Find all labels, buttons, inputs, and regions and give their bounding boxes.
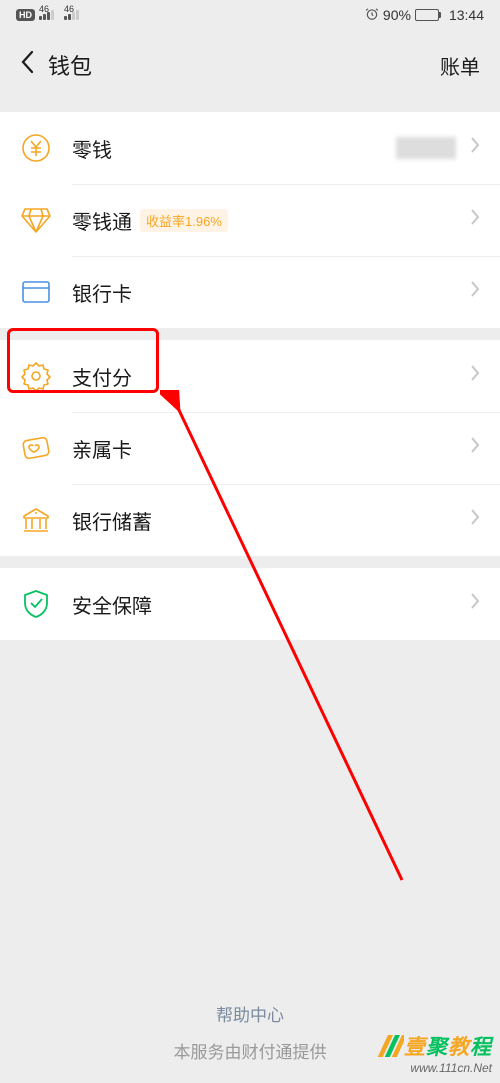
item-label: 零钱通 [72,206,132,235]
chevron-right-icon [470,208,480,232]
watermark-url: www.111cn.Net [376,1061,492,1075]
item-security[interactable]: 安全保障 [0,568,500,640]
item-bank-cards[interactable]: 银行卡 [0,256,500,328]
item-change-plus[interactable]: 零钱通 收益率1.96% [0,184,500,256]
provider-text: 本服务由财付通提供 [174,1043,327,1062]
item-label: 亲属卡 [72,434,462,463]
watermark: 壹聚教程 www.111cn.Net [376,1031,492,1075]
signal-2: 46 [64,10,79,20]
item-label: 安全保障 [72,590,462,619]
page-title: 钱包 [48,49,92,81]
chevron-right-icon [470,136,480,160]
section-security: 安全保障 [0,568,500,640]
chevron-right-icon [470,280,480,304]
change-amount-blurred [396,137,456,159]
hd-badge: HD [16,9,35,21]
alarm-icon [365,7,379,24]
item-bank-savings[interactable]: 银行储蓄 [0,484,500,556]
chevron-right-icon [470,592,480,616]
help-center-link[interactable]: 帮助中心 [0,1001,500,1026]
back-button[interactable] [20,49,36,82]
heart-card-icon [20,432,52,464]
chevron-right-icon [470,508,480,532]
diamond-icon [20,204,52,236]
time: 13:44 [449,7,484,23]
status-left: HD 46 46 [16,9,79,21]
nav-bar: 钱包 账单 [0,30,500,100]
status-right: 90% 13:44 [365,7,484,24]
badge-gear-icon [20,360,52,392]
chevron-right-icon [470,364,480,388]
bills-button[interactable]: 账单 [440,51,480,80]
bank-icon [20,504,52,536]
section-wallet: 零钱 零钱通 收益率1.96% 银行卡 [0,112,500,328]
battery-icon [415,9,441,21]
battery-percent: 90% [383,7,411,23]
section-services: 支付分 亲属卡 银行储蓄 [0,340,500,556]
item-pay-score[interactable]: 支付分 [0,340,500,412]
shield-check-icon [20,588,52,620]
item-label: 零钱 [72,134,396,163]
item-label: 银行卡 [72,278,462,307]
yuan-icon [20,132,52,164]
item-label: 银行储蓄 [72,506,462,535]
item-family-card[interactable]: 亲属卡 [0,412,500,484]
rate-badge: 收益率1.96% [140,209,228,232]
chevron-right-icon [470,436,480,460]
item-label: 支付分 [72,362,462,391]
card-icon [20,276,52,308]
item-change[interactable]: 零钱 [0,112,500,184]
status-bar: HD 46 46 90% [0,0,500,30]
signal-1: 46 [39,10,54,20]
